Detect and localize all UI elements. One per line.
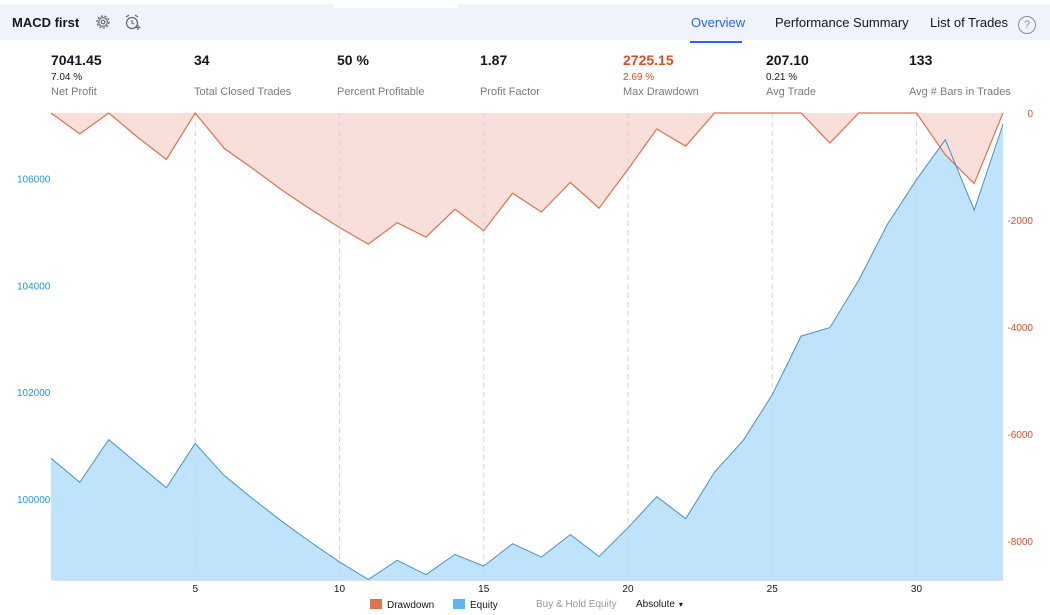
tab-performance-summary[interactable]: Performance Summary [775, 15, 909, 30]
help-icon[interactable]: ? [1018, 16, 1036, 34]
stat-avg-trade: 207.10 0.21 % Avg Trade [766, 52, 816, 98]
scale-mode-dropdown[interactable]: Absolute ▾ [636, 599, 683, 610]
y-right-tick-label: -4000 [1007, 323, 1033, 334]
stat-percent [337, 72, 424, 85]
y-left-tick-label: 102000 [17, 388, 51, 399]
alarm-clock-plus-icon[interactable] [123, 12, 143, 32]
tab-overview[interactable]: Overview [691, 15, 745, 30]
stat-value: 34 [194, 52, 210, 68]
x-tick-label: 15 [478, 584, 490, 595]
stat-value: 133 [909, 52, 933, 68]
stat-label: Max Drawdown [623, 86, 699, 98]
active-tab-indicator [690, 41, 742, 43]
stat-label: Percent Profitable [337, 86, 425, 98]
stat-percent [909, 72, 1011, 85]
stat-label: Avg # Bars in Trades [909, 86, 1011, 98]
stat-percent [480, 72, 540, 85]
stat-label: Profit Factor [480, 86, 540, 98]
legend-drawdown[interactable]: Drawdown [370, 599, 434, 611]
x-tick-label: 20 [622, 584, 634, 595]
gear-icon[interactable] [93, 12, 113, 32]
y-right-tick-label: -6000 [1007, 430, 1033, 441]
stat-percent: 7.04 % [51, 72, 83, 83]
drawdown-area [51, 113, 1003, 245]
drawdown-swatch [370, 599, 382, 609]
x-tick-label: 25 [767, 584, 779, 595]
strategy-title: MACD first [12, 15, 80, 30]
y-left-tick-label: 106000 [17, 175, 51, 186]
legend-equity[interactable]: Equity [453, 599, 498, 611]
x-tick-label: 10 [334, 584, 346, 595]
scale-mode-label: Absolute [636, 599, 675, 610]
legend-equity-label: Equity [470, 600, 498, 611]
stat-value: 1.87 [480, 52, 508, 68]
stat-net-profit: 7041.45 7.04 % Net Profit [51, 52, 102, 98]
tab-gap [333, 4, 457, 8]
stat-avg-bars-in-trades: 133 Avg # Bars in Trades [909, 52, 1011, 98]
stat-max-drawdown: 2725.15 2.69 % Max Drawdown [623, 52, 699, 98]
stat-percent: 0.21 % [766, 72, 798, 83]
tab-list-of-trades[interactable]: List of Trades [930, 15, 1008, 30]
stat-value: 7041.45 [51, 52, 102, 68]
stat-value: 50 % [337, 52, 369, 68]
legend-drawdown-label: Drawdown [387, 600, 435, 611]
legend-buy-hold-equity[interactable]: Buy & Hold Equity [536, 599, 617, 610]
stat-value: 207.10 [766, 52, 809, 68]
y-right-tick-label: -8000 [1007, 537, 1033, 548]
stat-percent [194, 72, 291, 85]
stat-percent: 2.69 % [623, 72, 655, 83]
stat-total-closed-trades: 34 Total Closed Trades [194, 52, 291, 98]
stat-percent-profitable: 50 % Percent Profitable [337, 52, 424, 98]
y-right-tick-label: 0 [1027, 109, 1033, 120]
stat-profit-factor: 1.87 Profit Factor [480, 52, 540, 98]
y-right-tick-label: -2000 [1007, 216, 1033, 227]
stat-label: Net Profit [51, 86, 97, 98]
y-left-tick-label: 100000 [17, 495, 51, 506]
stat-label: Avg Trade [766, 86, 816, 98]
chevron-down-icon: ▾ [678, 600, 683, 609]
stat-label: Total Closed Trades [194, 86, 292, 98]
equity-swatch [453, 599, 465, 609]
stat-value: 2725.15 [623, 52, 674, 68]
y-left-tick-label: 104000 [17, 281, 51, 292]
x-tick-label: 5 [192, 584, 198, 595]
x-tick-label: 30 [911, 584, 923, 595]
header-bar: MACD first Overview Performance Summary … [0, 4, 1050, 43]
equity-drawdown-chart: 5 10 15 20 25 30 100000 102000 104000 106000 0 -200… [17, 109, 1033, 595]
